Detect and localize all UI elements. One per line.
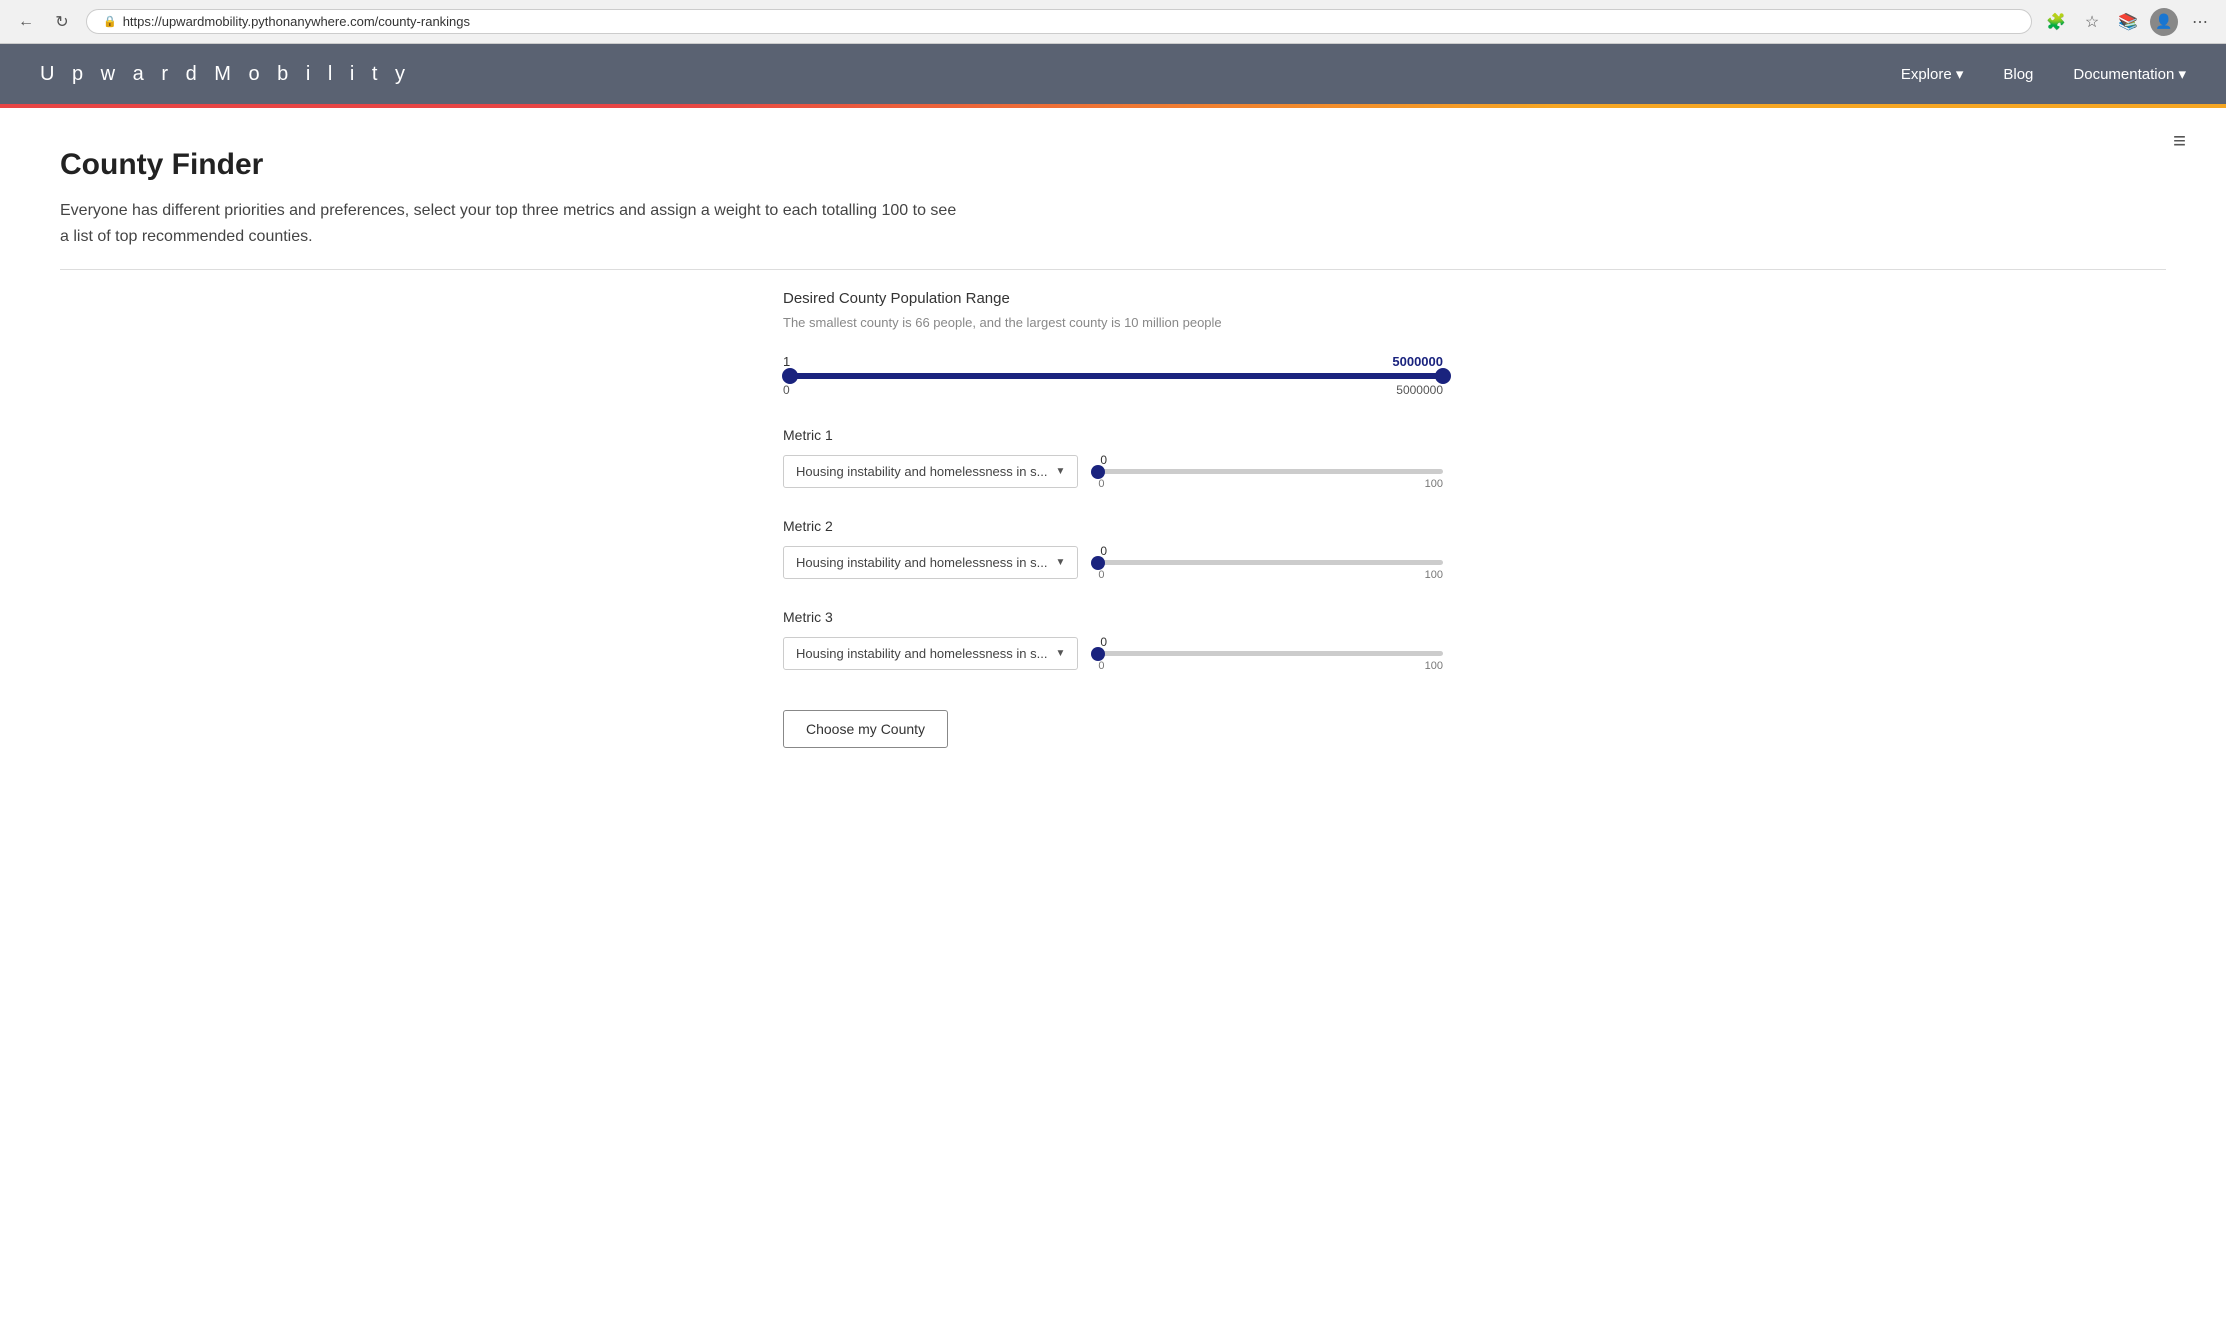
metric-1-weight-track	[1098, 469, 1443, 474]
range-max-value: 5000000	[1392, 354, 1443, 369]
metric-3-label: Metric 3	[783, 609, 1443, 625]
navbar-links: Explore ▾ Blog Documentation ▾	[1901, 65, 2186, 83]
metric-2-weight-labels: 0 100	[1098, 569, 1443, 581]
address-bar[interactable]: 🔒 https://upwardmobility.pythonanywhere.…	[86, 9, 2032, 34]
navbar-brand[interactable]: U p w a r d M o b i l i t y	[40, 63, 411, 86]
range-labels: 0 5000000	[783, 383, 1443, 397]
metric-2-dropdown-arrow: ▼	[1055, 557, 1065, 568]
navbar-link-documentation[interactable]: Documentation ▾	[2073, 65, 2186, 83]
browser-action-menu[interactable]: ⋯	[2186, 8, 2214, 36]
back-button[interactable]: ←	[12, 8, 40, 36]
metric-3-weight-container: 0 0 100	[1098, 635, 1443, 672]
page-content: County Finder Everyone has different pri…	[0, 108, 2226, 808]
browser-actions: 🧩 ☆ 📚 👤 ⋯	[2042, 8, 2214, 36]
metric-2-weight-max: 100	[1425, 569, 1443, 581]
metric-2-row: Housing instability and homelessness in …	[783, 544, 1443, 581]
browser-action-star[interactable]: ☆	[2078, 8, 2106, 36]
range-min-label: 0	[783, 383, 790, 397]
metric-3-row: Housing instability and homelessness in …	[783, 635, 1443, 672]
form-area: Desired County Population Range The smal…	[763, 290, 1463, 748]
population-range-container: 1 5000000 0 5000000	[783, 354, 1443, 397]
range-min-thumb[interactable]	[782, 368, 798, 384]
metric-1-weight-thumb[interactable]	[1091, 465, 1105, 479]
range-max-thumb[interactable]	[1435, 368, 1451, 384]
metric-2-dropdown-text: Housing instability and homelessness in …	[796, 555, 1047, 570]
metric-1-dropdown-text: Housing instability and homelessness in …	[796, 464, 1047, 479]
range-fill	[790, 373, 1450, 379]
metric-3-weight-max: 100	[1425, 660, 1443, 672]
metric-3-weight-min: 0	[1098, 660, 1104, 672]
metric-3-dropdown-arrow: ▼	[1055, 648, 1065, 659]
metric-3-weight-thumb[interactable]	[1091, 647, 1105, 661]
browser-action-extensions[interactable]: 🧩	[2042, 8, 2070, 36]
page-description: Everyone has different priorities and pr…	[60, 198, 960, 249]
browser-action-collections[interactable]: 📚	[2114, 8, 2142, 36]
metric-3-weight-track	[1098, 651, 1443, 656]
metric-3-section: Metric 3 Housing instability and homeles…	[783, 609, 1443, 672]
metric-1-label: Metric 1	[783, 427, 1443, 443]
content-divider	[60, 269, 2166, 270]
metric-3-weight-value: 0	[1098, 635, 1443, 649]
metric-1-section: Metric 1 Housing instability and homeles…	[783, 427, 1443, 490]
range-min-value: 1	[783, 354, 790, 369]
choose-county-button[interactable]: Choose my County	[783, 710, 948, 748]
metric-2-dropdown[interactable]: Housing instability and homelessness in …	[783, 546, 1078, 579]
hamburger-menu-icon[interactable]: ≡	[2173, 128, 2186, 154]
profile-icon[interactable]: 👤	[2150, 8, 2178, 36]
url-text: https://upwardmobility.pythonanywhere.co…	[123, 14, 470, 29]
browser-chrome: ← ↻ 🔒 https://upwardmobility.pythonanywh…	[0, 0, 2226, 44]
metric-2-weight-thumb[interactable]	[1091, 556, 1105, 570]
navbar-link-explore[interactable]: Explore ▾	[1901, 65, 1964, 83]
metric-1-row: Housing instability and homelessness in …	[783, 453, 1443, 490]
metric-1-weight-labels: 0 100	[1098, 478, 1443, 490]
lock-icon: 🔒	[103, 15, 117, 28]
metric-2-label: Metric 2	[783, 518, 1443, 534]
page-title: County Finder	[60, 148, 2166, 182]
metric-2-weight-track	[1098, 560, 1443, 565]
population-range-label: Desired County Population Range	[783, 290, 1443, 307]
metric-1-weight-min: 0	[1098, 478, 1104, 490]
metric-3-dropdown[interactable]: Housing instability and homelessness in …	[783, 637, 1078, 670]
range-max-label: 5000000	[1396, 383, 1443, 397]
metric-3-dropdown-text: Housing instability and homelessness in …	[796, 646, 1047, 661]
range-values-top: 1 5000000	[783, 354, 1443, 369]
metric-3-weight-labels: 0 100	[1098, 660, 1443, 672]
range-track	[783, 373, 1443, 379]
browser-nav-buttons: ← ↻	[12, 8, 76, 36]
metric-1-weight-max: 100	[1425, 478, 1443, 490]
metric-2-weight-container: 0 0 100	[1098, 544, 1443, 581]
metric-2-section: Metric 2 Housing instability and homeles…	[783, 518, 1443, 581]
metric-1-weight-value: 0	[1098, 453, 1443, 467]
metric-2-weight-value: 0	[1098, 544, 1443, 558]
navbar-link-blog[interactable]: Blog	[2003, 66, 2033, 83]
metric-1-dropdown[interactable]: Housing instability and homelessness in …	[783, 455, 1078, 488]
metric-2-weight-min: 0	[1098, 569, 1104, 581]
metric-1-dropdown-arrow: ▼	[1055, 466, 1065, 477]
refresh-button[interactable]: ↻	[48, 8, 76, 36]
population-range-hint: The smallest county is 66 people, and th…	[783, 315, 1443, 330]
metric-1-weight-container: 0 0 100	[1098, 453, 1443, 490]
navbar: U p w a r d M o b i l i t y Explore ▾ Bl…	[0, 44, 2226, 104]
